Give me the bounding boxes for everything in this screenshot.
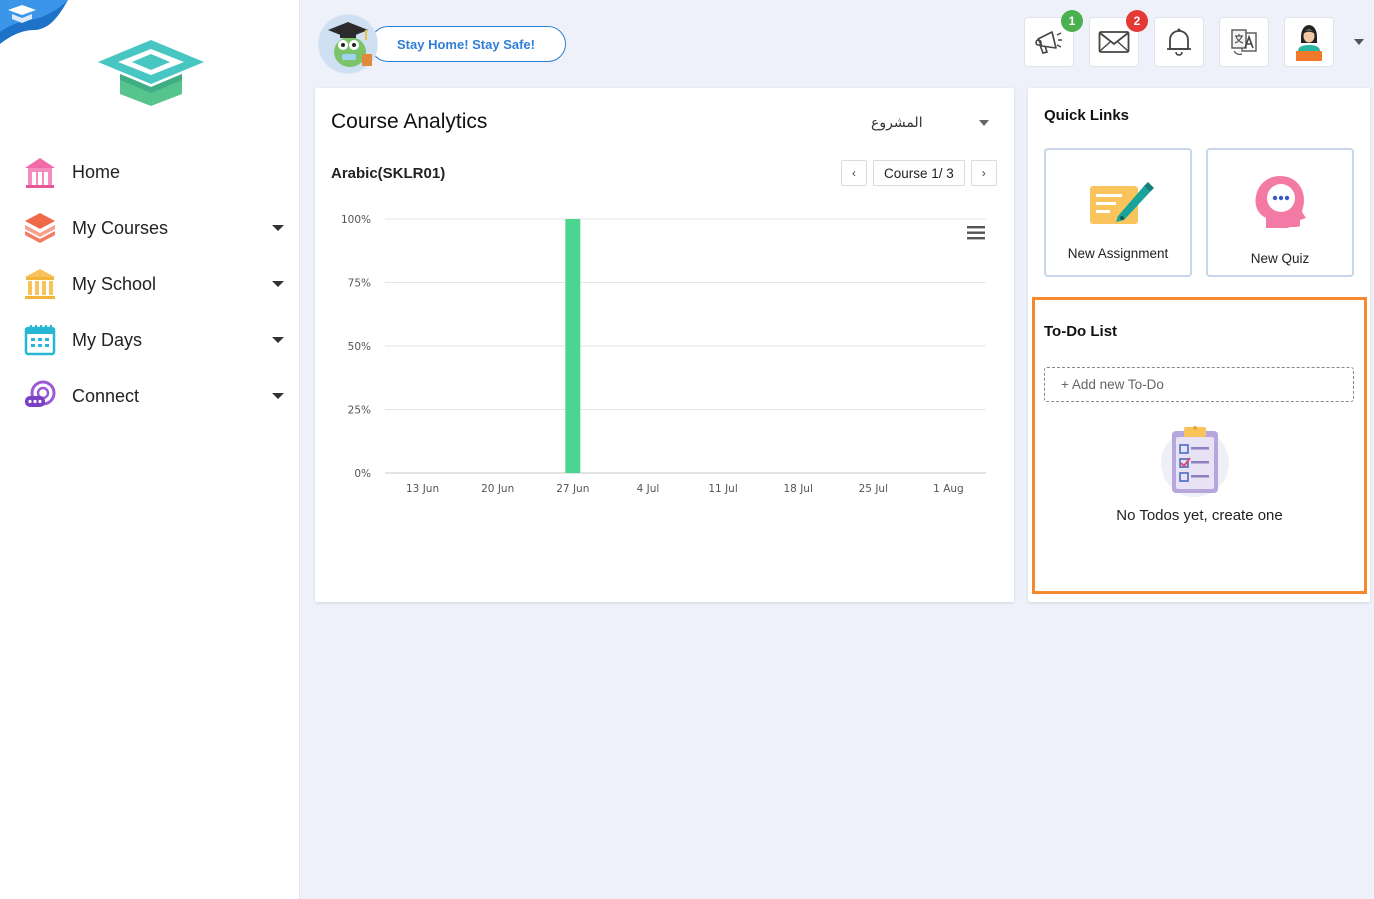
banner-text[interactable]: Stay Home! Stay Safe! [370,26,566,62]
quiz-icon [1255,176,1306,228]
new-quiz-label: New Quiz [1250,251,1310,266]
todo-empty-text: No Todos yet, create one [1116,507,1283,524]
sidebar-item-label: Home [72,161,121,182]
notification-badge: 1 [1061,10,1083,32]
y-tick-label: 75% [348,278,371,290]
new-assignment-label: New Assignment [1067,246,1169,261]
mail-icon [1098,31,1130,53]
x-tick-label: 11 Jul [708,483,737,495]
y-tick-label: 50% [348,341,371,353]
chevron-down-icon[interactable] [272,225,284,231]
profile-dropdown-caret[interactable] [1354,39,1364,45]
project-select-value: المشروع [871,115,923,131]
sidebar-item-connect[interactable]: Connect [0,368,300,424]
notification-badge: 2 [1126,10,1148,32]
sidebar-item-label: Connect [72,385,140,406]
megaphone-icon [1035,31,1062,54]
y-tick-label: 100% [341,214,371,226]
corner-app-logo-icon[interactable] [0,0,70,44]
notifications-button[interactable] [1154,17,1204,67]
chart-bar [565,219,581,473]
prev-course-button[interactable]: ‹ [841,160,867,186]
assignment-icon [1090,182,1154,224]
sidebar-item-label: My School [72,273,157,294]
add-todo-input[interactable]: + Add new To-Do [1044,367,1354,402]
course-analytics-card: Course Analytics المشروع Arabic(SKLR01) … [315,88,1014,602]
sidebar-item-my-school[interactable]: My School [0,256,300,312]
language-button[interactable] [1219,17,1269,67]
chevron-down-icon[interactable] [272,281,284,287]
chart-menu-icon[interactable] [967,226,985,240]
course-pager: ‹ Course 1/ 3 › [841,160,997,186]
x-tick-label: 13 Jun [406,483,439,495]
analytics-title: Course Analytics [331,110,488,133]
quick-links-title: Quick Links [1044,107,1130,124]
chevron-down-icon[interactable] [272,393,284,399]
sidebar-item-my-days[interactable]: My Days [0,312,300,368]
bell-icon [1167,28,1191,56]
sidebar-item-label: My Courses [72,217,169,238]
announcements-button[interactable]: 1 [1024,10,1083,67]
sidebar-item-my-courses[interactable]: My Courses [0,200,300,256]
profile-button[interactable] [1284,17,1334,67]
y-tick-label: 25% [348,405,371,417]
profile-avatar [1296,25,1322,61]
new-assignment-button[interactable]: New Assignment [1044,148,1192,277]
sidebar-nav: Home My Courses My School My Days Connec… [0,144,300,424]
mail-button[interactable]: 2 [1089,10,1148,67]
new-quiz-button[interactable]: New Quiz [1206,148,1354,277]
top-toolbar: 1 2 [1024,10,1334,67]
clipboard-icon [1161,426,1229,497]
chevron-down-icon [979,120,989,126]
course-pager-label: Course 1/ 3 [873,160,965,186]
school-logo-icon [98,40,204,106]
analytics-chart: 0% 25% 50% 75% 100% 13 Jun 20 Jun 27 Jun 4 Jul 11… [341,214,986,495]
x-tick-label: 1 Aug [933,483,964,495]
chat-icon [22,378,58,414]
y-tick-label: 0% [354,468,371,480]
x-tick-label: 27 Jun [556,483,589,495]
x-tick-label: 18 Jul [784,483,813,495]
sidebar: Home My Courses My School My Days Connec… [0,0,300,899]
x-tick-label: 4 Jul [637,483,660,495]
school-icon [22,266,58,302]
home-icon [22,154,58,190]
sidebar-item-label: My Days [72,329,143,350]
safety-banner[interactable]: Stay Home! Stay Safe! [318,14,566,74]
translate-icon [1231,29,1257,55]
courses-icon [22,210,58,246]
calendar-icon [22,322,58,358]
todo-title: To-Do List [1044,323,1118,340]
todo-list-panel: To-Do List + Add new To-Do No Todos yet,… [1032,297,1367,594]
sidebar-item-home[interactable]: Home [0,144,300,200]
course-name: Arabic(SKLR01) [331,165,446,182]
x-tick-label: 25 Jul [859,483,888,495]
x-tick-label: 20 Jun [481,483,514,495]
project-select[interactable]: المشروع [871,112,991,134]
chevron-down-icon[interactable] [272,337,284,343]
mascot-icon [318,14,378,74]
next-course-button[interactable]: › [970,160,997,186]
